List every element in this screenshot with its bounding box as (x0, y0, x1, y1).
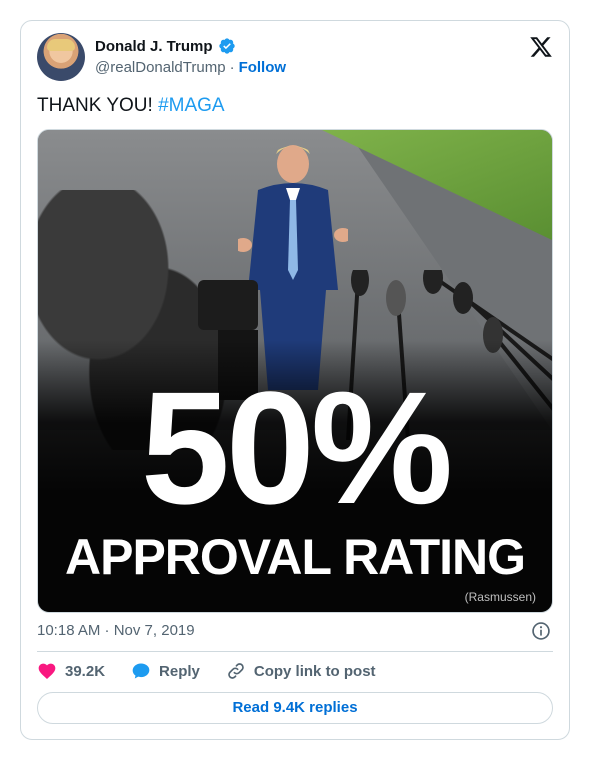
info-icon[interactable] (531, 621, 551, 641)
copy-link-label: Copy link to post (253, 662, 376, 680)
like-count: 39.2K (65, 662, 106, 680)
x-logo-icon[interactable] (529, 35, 553, 59)
reply-button[interactable]: Reply (131, 661, 200, 681)
verified-badge-icon (218, 38, 235, 54)
image-headline-percent: 50% (140, 358, 453, 537)
image-headline-label: APPROVAL RATING (64, 529, 526, 585)
like-button[interactable]: 39.2K (37, 661, 105, 681)
tweet-text: THANK YOU! #MAGA (37, 95, 225, 117)
display-name[interactable]: Donald J. Trump (95, 38, 213, 55)
avatar[interactable] (37, 33, 85, 81)
tweet-timestamp[interactable]: 10:18 AM · Nov 7, 2019 (37, 622, 195, 639)
name-row: Donald J. Trump (95, 37, 236, 55)
reply-label: Reply (159, 662, 200, 680)
tweet-card[interactable]: Donald J. Trump @realDonaldTrump · Follow … (20, 20, 570, 740)
tweet-header: Donald J. Trump @realDonaldTrump · Follow (37, 33, 553, 83)
image-source-credit: (Rasmussen) (464, 590, 536, 604)
divider (37, 651, 553, 652)
heart-icon (38, 663, 56, 679)
handle[interactable]: @realDonaldTrump (95, 59, 226, 76)
tweet-actions: 39.2K Reply Copy link to post (37, 661, 376, 681)
hashtag-link[interactable]: #MAGA (158, 95, 225, 116)
tweet-image[interactable]: 50% APPROVAL RATING (Rasmussen) (37, 129, 553, 613)
tweet-text-main: THANK YOU! (37, 95, 159, 116)
separator-dot: · (229, 59, 235, 76)
link-icon (228, 663, 244, 679)
copy-link-button[interactable]: Copy link to post (226, 661, 376, 681)
avatar-hair (47, 39, 75, 51)
handle-row: @realDonaldTrump · Follow (95, 59, 286, 76)
speech-bubble-icon (132, 663, 150, 679)
read-replies-button[interactable]: Read 9.4K replies (37, 692, 553, 724)
follow-button[interactable]: Follow (239, 59, 287, 76)
